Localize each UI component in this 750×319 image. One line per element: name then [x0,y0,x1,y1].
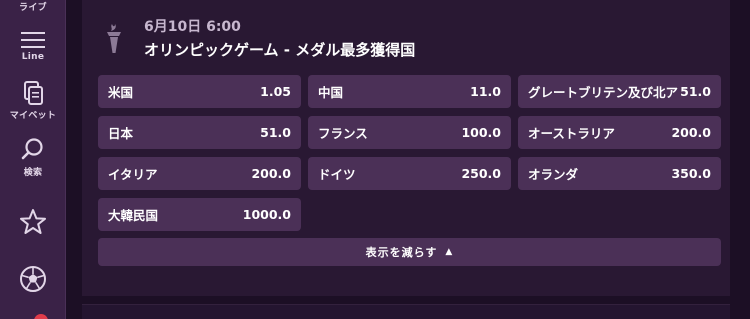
odd-value: 350.0 [671,166,711,181]
search-icon [20,137,46,163]
next-card-edge [82,304,730,319]
odd-button[interactable]: イタリア 200.0 [98,157,301,190]
sidebar: ライブ Line マイベット 検索 [0,0,66,319]
menu-lines-icon [20,30,46,50]
odd-button[interactable]: 大韓民国 1000.0 [98,198,301,231]
sidebar-item-label: マイベット [9,111,57,121]
odd-name: 米国 [108,85,134,100]
odd-button[interactable]: 米国 1.05 [98,75,301,108]
soccer-ball-icon [18,264,48,294]
odd-value: 51.0 [680,84,711,99]
show-less-label: 表示を減らす [365,246,438,259]
odd-button[interactable]: 日本 51.0 [98,116,301,149]
odd-name: グレートブリテン及び北アイルランド [528,85,678,100]
sidebar-item-mybets[interactable]: マイベット [0,80,66,121]
sidebar-item-label: ライブ [19,3,47,13]
odd-value: 200.0 [671,125,711,140]
odd-button[interactable]: フランス 100.0 [308,116,511,149]
odd-name: イタリア [108,167,158,182]
odd-button[interactable]: グレートブリテン及び北アイルランド 51.0 [518,75,721,108]
odd-button[interactable]: オランダ 350.0 [518,157,721,190]
odd-name: オーストラリア [528,126,615,141]
odd-value: 100.0 [461,125,501,140]
olympic-torch-icon [106,22,122,58]
odd-value: 1.05 [260,84,291,99]
main-content: 6月10日 6:00 オリンピックゲーム - メダル最多獲得国 米国 1.05 … [66,0,750,319]
show-less-button[interactable]: 表示を減らす ▲ [98,238,721,266]
sidebar-item-live[interactable]: ライブ [0,0,66,13]
odd-name: 中国 [318,85,344,100]
event-card: 6月10日 6:00 オリンピックゲーム - メダル最多獲得国 米国 1.05 … [82,0,730,296]
sidebar-item-label: 検索 [23,168,43,178]
sidebar-item-label: Line [21,52,45,62]
odd-name: オランダ [528,167,579,182]
odd-value: 250.0 [461,166,501,181]
odd-name: フランス [318,126,368,141]
sidebar-item-search[interactable]: 検索 [0,137,66,178]
star-icon [19,208,47,236]
sidebar-item-soccer[interactable] [0,264,66,294]
sidebar-item-line[interactable]: Line [0,30,66,62]
odd-value: 200.0 [251,166,291,181]
odd-value: 1000.0 [242,207,291,222]
odd-name: ドイツ [318,167,356,182]
event-title: オリンピックゲーム - メダル最多獲得国 [144,41,416,59]
mybets-icon [20,80,46,106]
odd-value: 51.0 [260,125,291,140]
odd-value: 11.0 [470,84,501,99]
event-date: 6月10日 6:00 [144,19,241,35]
odd-button[interactable]: オーストラリア 200.0 [518,116,721,149]
odd-button[interactable]: 中国 11.0 [308,75,511,108]
odd-name: 日本 [108,126,134,141]
odd-name: 大韓民国 [108,208,159,223]
notification-badge [34,314,48,319]
odd-button[interactable]: ドイツ 250.0 [308,157,511,190]
caret-up-icon: ▲ [445,247,454,257]
sidebar-item-favorites[interactable] [0,208,66,236]
